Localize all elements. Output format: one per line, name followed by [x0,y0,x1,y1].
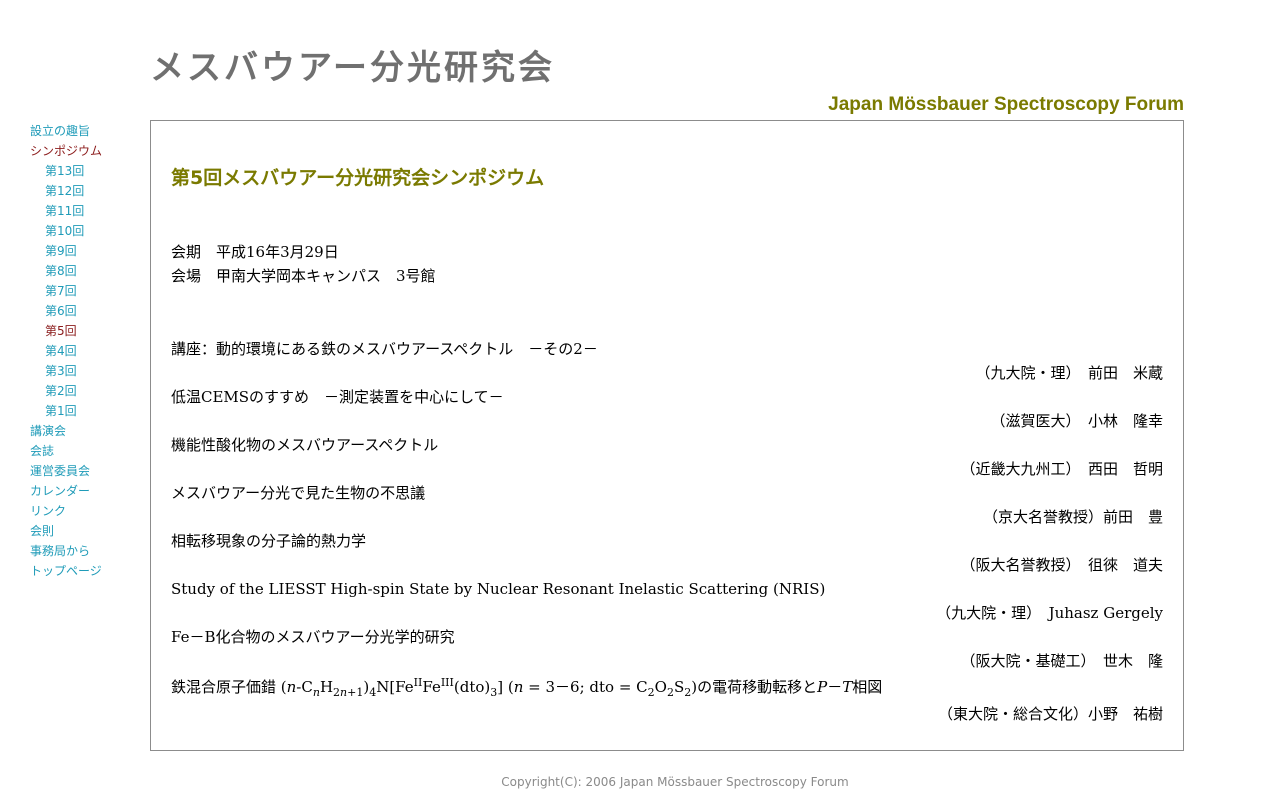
nav-item-symposium-5[interactable]: 第5回 [30,321,145,341]
lecture-speaker: （阪大名誉教授） 徂徠 道夫 [960,556,1163,574]
nav-item-symposium-6[interactable]: 第6回 [30,301,145,321]
content-panel: 第5回メスバウアー分光研究会シンポジウム 会期 平成16年3月29日 会場 甲南… [150,120,1184,751]
nav-item-calendar[interactable]: カレンダー [30,481,145,501]
nav-item-purpose[interactable]: 設立の趣旨 [30,121,145,141]
lecture-item: 機能性酸化物のメスバウアースペクトル （近畿大九州工） 西田 哲明 [171,433,1163,481]
footer-copyright: Copyright(C): 2006 Japan Mössbauer Spect… [501,775,849,789]
nav-item-symposium-3[interactable]: 第3回 [30,361,145,381]
lecture-item: Study of the LIESST High-spin State by N… [171,577,1163,625]
lecture-speaker: （九大院・理） Juhasz Gergely [936,604,1163,622]
site-subtitle: Japan Mössbauer Spectroscopy Forum [828,94,1184,115]
lecture-title: Study of the LIESST High-spin State by N… [171,580,826,598]
nav-item-symposium-10[interactable]: 第10回 [30,221,145,241]
site-title: メスバウアー分光研究会 [150,48,555,88]
nav-item-committee[interactable]: 運営委員会 [30,461,145,481]
lecture-title: 低温CEMSのすすめ －測定装置を中心にして－ [171,388,504,406]
page-title: 第5回メスバウアー分光研究会シンポジウム [171,167,545,189]
lecture-list: 講座：動的環境にある鉄のメスバウアースペクトル －その2－ （九大院・理） 前田… [171,337,1163,726]
nav-item-bylaws[interactable]: 会則 [30,521,145,541]
lecture-speaker: （東大院・総合文化）小野 祐樹 [937,705,1163,723]
nav-item-symposium-1[interactable]: 第1回 [30,401,145,421]
lecture-item: 講座：動的環境にある鉄のメスバウアースペクトル －その2－ （九大院・理） 前田… [171,337,1163,385]
lecture-speaker: （近畿大九州工） 西田 哲明 [960,460,1163,478]
lecture-title: Fe－B化合物のメスバウアー分光学的研究 [171,628,455,646]
sidebar-nav: 設立の趣旨 シンポジウム 第13回 第12回 第11回 第10回 第9回 第8回… [30,121,145,581]
nav-item-symposium-2[interactable]: 第2回 [30,381,145,401]
lecture-item: メスバウアー分光で見た生物の不思議 （京大名誉教授）前田 豊 [171,481,1163,529]
session-venue: 会場 甲南大学岡本キャンパス 3号館 [171,267,436,285]
lecture-title: メスバウアー分光で見た生物の不思議 [171,484,426,502]
lecture-speaker: （阪大院・基礎工） 世木 隆 [960,652,1163,670]
session-date: 会期 平成16年3月29日 [171,243,339,261]
nav-item-symposium-13[interactable]: 第13回 [30,161,145,181]
lecture-item: 相転移現象の分子論的熱力学 （阪大名誉教授） 徂徠 道夫 [171,529,1163,577]
lecture-speaker: （滋賀医大） 小林 隆幸 [990,412,1163,430]
lecture-speaker: （九大院・理） 前田 米蔵 [975,364,1163,382]
nav-item-symposium-12[interactable]: 第12回 [30,181,145,201]
lecture-title: 機能性酸化物のメスバウアースペクトル [171,436,439,454]
nav-item-symposium-4[interactable]: 第4回 [30,341,145,361]
lecture-title: 鉄混合原子価錯 (n-CnH2n+1)4N[FeIIFeIII(dto)3] (… [171,676,883,699]
nav-item-links[interactable]: リンク [30,501,145,521]
nav-item-secretariat[interactable]: 事務局から [30,541,145,561]
nav-item-symposium-7[interactable]: 第7回 [30,281,145,301]
lecture-item: 低温CEMSのすすめ －測定装置を中心にして－ （滋賀医大） 小林 隆幸 [171,385,1163,433]
lecture-item: Fe－B化合物のメスバウアー分光学的研究 （阪大院・基礎工） 世木 隆 [171,625,1163,673]
nav-item-symposium[interactable]: シンポジウム [30,141,145,161]
lecture-title: 講座：動的環境にある鉄のメスバウアースペクトル －その2－ [171,340,598,358]
lecture-item: 鉄混合原子価錯 (n-CnH2n+1)4N[FeIIFeIII(dto)3] (… [171,673,1163,726]
lecture-speaker: （京大名誉教授）前田 豊 [982,508,1163,526]
nav-item-journal[interactable]: 会誌 [30,441,145,461]
nav-item-lectures[interactable]: 講演会 [30,421,145,441]
lecture-title: 相転移現象の分子論的熱力学 [171,532,367,550]
nav-item-symposium-9[interactable]: 第9回 [30,241,145,261]
nav-item-symposium-11[interactable]: 第11回 [30,201,145,221]
nav-item-top-page[interactable]: トップページ [30,561,145,581]
nav-item-symposium-8[interactable]: 第8回 [30,261,145,281]
